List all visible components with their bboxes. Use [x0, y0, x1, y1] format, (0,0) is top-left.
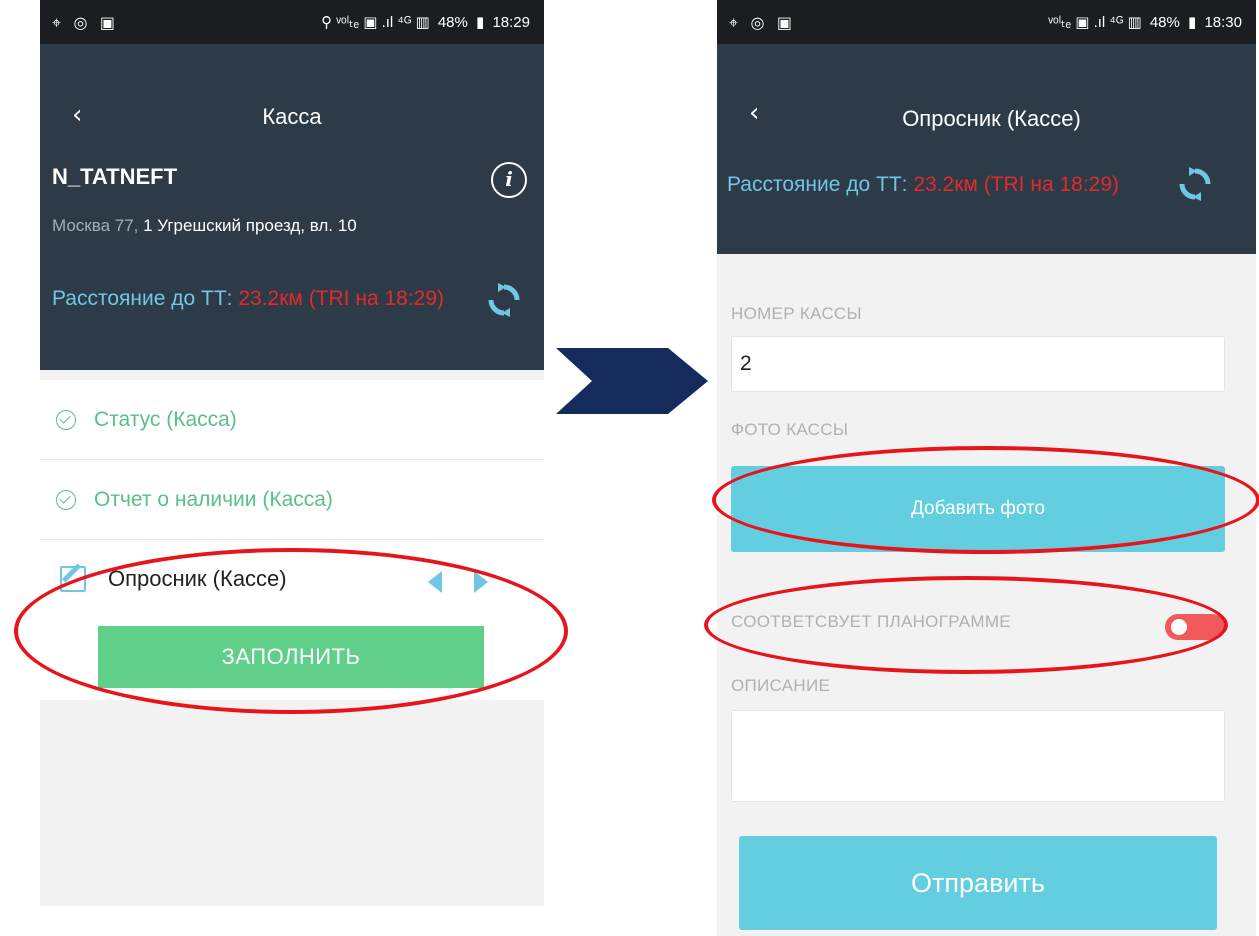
store-address: Москва 77, 1 Угрешский проезд, вл. 10 — [52, 214, 492, 237]
distance-value: 23.2км (TRI на 18:29) — [238, 287, 445, 310]
status-icons-left: ⌖ ◎ ▣ — [729, 15, 796, 32]
toggle-knob — [1171, 619, 1187, 635]
item-nav-arrows — [428, 568, 498, 598]
app-header: ‹ Опросник (Кассе) Расстояние до ТТ: 23.… — [717, 44, 1256, 254]
send-button[interactable]: Отправить — [739, 836, 1217, 930]
distance-label: Расстояние до ТТ: — [52, 287, 239, 310]
check-circle-icon — [56, 410, 76, 430]
edit-checkbox-icon — [60, 566, 86, 592]
signal-icons: ᵛᵒˡₜₑ ▣ .ıl ⁴ᴳ ▥ — [1048, 14, 1142, 31]
store-name: N_TATNEFT — [52, 164, 178, 189]
signal-icons: ⚲ ᵛᵒˡₜₑ ▣ .ıl ⁴ᴳ ▥ — [321, 14, 430, 31]
check-circle-icon — [56, 490, 76, 510]
battery-icon: ▮ — [1188, 14, 1197, 31]
status-icons-left: ⌖ ◎ ▣ — [52, 15, 119, 32]
next-arrow-icon[interactable] — [474, 571, 488, 593]
register-number-input[interactable]: 2 — [731, 336, 1225, 392]
clock: 18:30 — [1204, 14, 1242, 31]
prev-arrow-icon[interactable] — [428, 571, 442, 593]
app-header: ‹ Касса N_TATNEFT i Москва 77, 1 Угрешск… — [40, 44, 544, 370]
clock: 18:29 — [492, 14, 530, 31]
list-item-availability-report[interactable]: Отчет о наличии (Касса) — [40, 462, 544, 540]
status-icons-right: ᵛᵒˡₜₑ ▣ .ıl ⁴ᴳ ▥ 48% ▮ 18:30 — [1044, 13, 1242, 31]
info-icon[interactable]: i — [491, 162, 527, 198]
distance-label: Расстояние до ТТ: — [727, 173, 914, 196]
screen-kassa: ⌖ ◎ ▣ ⚲ ᵛᵒˡₜₑ ▣ .ıl ⁴ᴳ ▥ 48% ▮ 18:29 ‹ К… — [40, 0, 544, 906]
distance-info: Расстояние до ТТ: 23.2км (TRI на 18:29) — [727, 170, 1147, 200]
status-icons-right: ⚲ ᵛᵒˡₜₑ ▣ .ıl ⁴ᴳ ▥ 48% ▮ 18:29 — [317, 13, 530, 31]
refresh-icon[interactable] — [1177, 166, 1213, 202]
address-street: 1 Угрешский проезд, вл. 10 — [138, 216, 357, 235]
refresh-icon[interactable] — [486, 282, 522, 318]
transition-arrow-icon — [556, 348, 708, 414]
battery-icon: ▮ — [476, 14, 485, 31]
add-photo-button[interactable]: Добавить фото — [731, 466, 1225, 552]
battery-level: 48% — [437, 14, 468, 31]
page-title: Опросник (Кассе) — [902, 106, 1081, 131]
list-item-label: Статус (Касса) — [94, 408, 237, 431]
planogram-toggle[interactable] — [1165, 614, 1225, 640]
status-bar: ⌖ ◎ ▣ ⚲ ᵛᵒˡₜₑ ▣ .ıl ⁴ᴳ ▥ 48% ▮ 18:29 — [40, 0, 544, 44]
page-title: Касса — [262, 104, 322, 129]
planogram-label: СООТВЕТСВУЕТ ПЛАНОГРАММЕ — [731, 612, 1011, 631]
screen-questionnaire: ⌖ ◎ ▣ ᵛᵒˡₜₑ ▣ .ıl ⁴ᴳ ▥ 48% ▮ 18:30 ‹ Опр… — [717, 0, 1256, 936]
list-item-label: Опросник (Кассе) — [108, 566, 287, 591]
register-number-label: НОМЕР КАССЫ — [731, 304, 862, 323]
address-city: Москва 77, — [52, 216, 139, 235]
list-item-label: Отчет о наличии (Касса) — [94, 488, 333, 511]
list-item-status[interactable]: Статус (Касса) — [40, 382, 544, 460]
battery-level: 48% — [1149, 14, 1180, 31]
status-bar: ⌖ ◎ ▣ ᵛᵒˡₜₑ ▣ .ıl ⁴ᴳ ▥ 48% ▮ 18:30 — [717, 0, 1256, 44]
register-photo-label: ФОТО КАССЫ — [731, 420, 849, 439]
description-label: ОПИСАНИЕ — [731, 676, 831, 695]
distance-value: 23.2км (TRI на 18:29) — [913, 173, 1120, 196]
fill-button[interactable]: ЗАПОЛНИТЬ — [98, 626, 484, 688]
distance-info: Расстояние до ТТ: 23.2км (TRI на 18:29) — [52, 284, 472, 314]
description-textarea[interactable] — [731, 710, 1225, 802]
